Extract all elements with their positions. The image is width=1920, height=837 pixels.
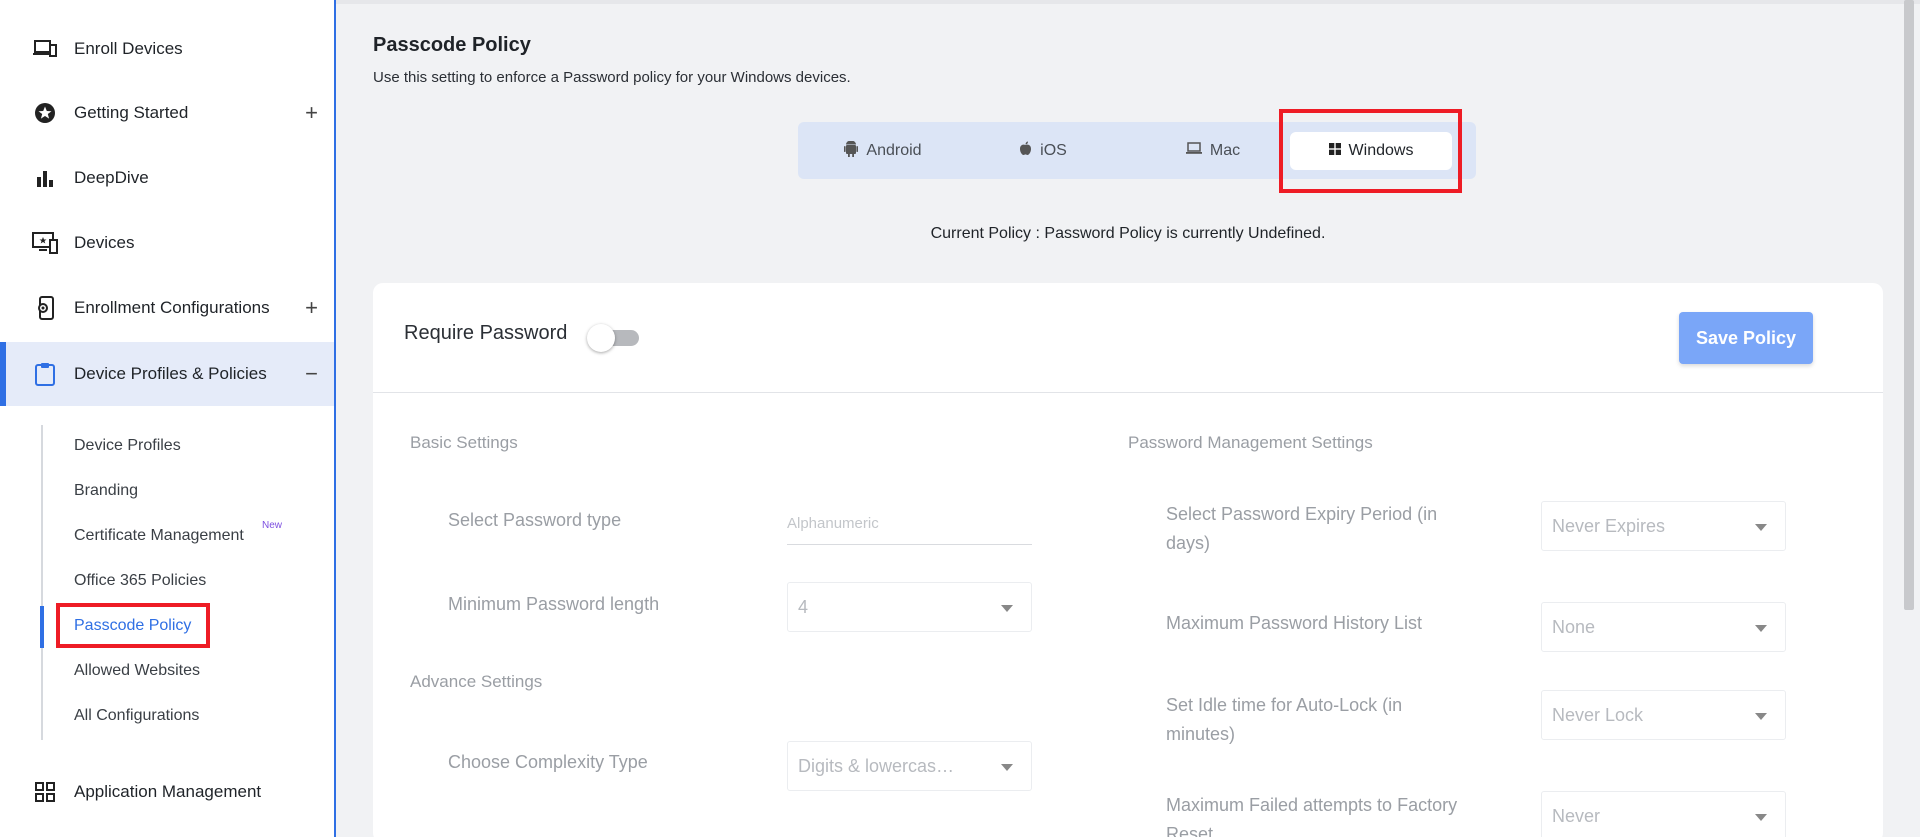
grid-icon — [32, 779, 58, 805]
sidebar-item-enrollment-configurations[interactable]: Enrollment Configurations + — [0, 277, 334, 339]
sidebar-item-enroll-devices[interactable]: Enroll Devices — [0, 18, 334, 80]
chevron-down-icon — [1001, 605, 1013, 612]
sidebar-item-label: Devices — [74, 233, 135, 252]
sidebar: Enroll Devices Getting Started + DeepDiv… — [0, 0, 336, 837]
password-history-label: Maximum Password History List — [1166, 613, 1423, 633]
sidebar-item-devices[interactable]: Devices — [0, 212, 334, 274]
sidebar-item-deepdive[interactable]: DeepDive — [0, 147, 334, 209]
tab-label: Android — [866, 142, 922, 159]
chevron-down-icon — [1755, 524, 1767, 531]
failed-attempts-value: Never — [1552, 805, 1601, 826]
devices-icon — [32, 36, 58, 62]
idle-time-select[interactable]: Never Lock — [1541, 690, 1786, 740]
sidebar-item-label: Application Management — [74, 782, 262, 801]
sidebar-subitem-device-profiles[interactable]: Device Profiles — [74, 437, 181, 455]
sidebar-item-getting-started[interactable]: Getting Started + — [0, 82, 334, 144]
chevron-down-icon — [1755, 625, 1767, 632]
expand-icon[interactable]: + — [305, 100, 318, 126]
idle-time-label: Set Idle time for Auto-Lock (in minutes) — [1166, 695, 1403, 744]
expand-icon[interactable]: + — [305, 295, 318, 321]
password-type-field[interactable]: Alphanumeric — [787, 515, 1032, 545]
failed-attempts-label: Maximum Failed attempts to Factory Reset — [1166, 795, 1458, 837]
expiry-period-value: Never Expires — [1552, 515, 1666, 536]
sidebar-item-label: Enrollment Configurations — [74, 298, 270, 317]
password-history-select[interactable]: None — [1541, 602, 1786, 652]
tab-android[interactable]: Android — [808, 132, 958, 170]
require-password-label: Require Password — [404, 322, 568, 344]
phone-settings-icon — [32, 295, 58, 321]
password-history-value: None — [1552, 616, 1596, 637]
scrollbar[interactable] — [1904, 0, 1914, 610]
clipboard-icon — [32, 361, 58, 387]
page-title: Passcode Policy — [373, 34, 531, 56]
laptop-icon — [1185, 142, 1202, 160]
new-badge: New — [262, 520, 283, 531]
policy-card: Require Password Save Policy Basic Setti… — [373, 283, 1883, 837]
tab-ios[interactable]: iOS — [968, 132, 1118, 170]
sidebar-item-application-management[interactable]: Application Management — [0, 761, 334, 823]
sidebar-item-label: Getting Started — [74, 103, 189, 122]
collapse-icon[interactable]: − — [305, 361, 318, 387]
tab-label: iOS — [1040, 142, 1067, 159]
sidebar-subitem-certificate-management[interactable]: Certificate Management — [74, 527, 244, 545]
idle-time-value: Never Lock — [1552, 704, 1644, 725]
min-length-select[interactable]: 4 — [787, 582, 1032, 632]
page-description: Use this setting to enforce a Password p… — [373, 69, 851, 86]
min-length-label: Minimum Password length — [448, 594, 660, 614]
tab-mac[interactable]: Mac — [1138, 132, 1288, 170]
complexity-type-select[interactable]: Digits & lowercas… — [787, 741, 1032, 791]
failed-attempts-select[interactable]: Never — [1541, 791, 1786, 837]
min-length-value: 4 — [798, 596, 809, 617]
apple-icon — [1019, 141, 1032, 161]
bar-chart-icon — [32, 165, 58, 191]
sidebar-subitem-branding[interactable]: Branding — [74, 482, 138, 500]
monitor-icon — [32, 230, 58, 256]
sidebar-subitem-office-365-policies[interactable]: Office 365 Policies — [74, 572, 206, 590]
policy-card-header: Require Password Save Policy — [373, 283, 1883, 393]
expiry-period-select[interactable]: Never Expires — [1541, 501, 1786, 551]
require-password-toggle[interactable] — [587, 324, 641, 352]
chevron-down-icon — [1755, 713, 1767, 720]
chevron-down-icon — [1001, 764, 1013, 771]
top-border — [336, 0, 1920, 4]
toggle-knob — [587, 324, 615, 352]
password-type-label: Select Password type — [448, 510, 622, 530]
password-management-title: Password Management Settings — [1128, 433, 1373, 452]
sidebar-item-label: DeepDive — [74, 168, 149, 187]
sidebar-subitem-allowed-websites[interactable]: Allowed Websites — [74, 662, 200, 680]
sidebar-subitem-all-configurations[interactable]: All Configurations — [74, 707, 199, 725]
highlight-box-passcode-policy — [56, 603, 210, 648]
complexity-type-label: Choose Complexity Type — [448, 752, 648, 772]
basic-settings-title: Basic Settings — [410, 433, 518, 452]
submenu-line — [41, 425, 43, 740]
current-policy-status: Current Policy : Password Policy is curr… — [930, 225, 1326, 242]
submenu-active-indicator — [40, 606, 44, 648]
complexity-type-value: Digits & lowercas… — [798, 755, 955, 776]
star-badge-icon — [32, 100, 58, 126]
highlight-box-windows-tab — [1279, 109, 1462, 193]
save-policy-button[interactable]: Save Policy — [1679, 312, 1813, 364]
main-content: Passcode Policy Use this setting to enfo… — [336, 0, 1920, 837]
expiry-period-label: Select Password Expiry Period (in days) — [1166, 504, 1438, 553]
chevron-down-icon — [1755, 814, 1767, 821]
sidebar-item-label: Enroll Devices — [74, 39, 183, 58]
tab-label: Mac — [1209, 142, 1241, 159]
advance-settings-title: Advance Settings — [410, 672, 543, 691]
sidebar-item-label: Device Profiles & Policies — [74, 364, 267, 383]
sidebar-item-device-profiles-policies[interactable]: Device Profiles & Policies − — [0, 342, 334, 406]
android-icon — [844, 140, 859, 162]
